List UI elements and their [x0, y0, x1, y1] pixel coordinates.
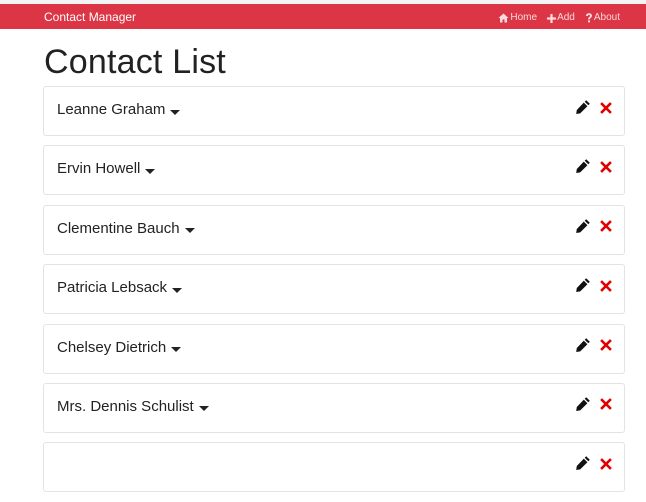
- close-icon[interactable]: [600, 101, 612, 119]
- contact-actions: [575, 277, 612, 298]
- pencil-icon[interactable]: [575, 218, 591, 239]
- contact-card: Mrs. Dennis Schulist: [43, 382, 625, 433]
- caret-down-icon[interactable]: [172, 287, 183, 293]
- navbar: Contact Manager Home Add About: [0, 4, 646, 29]
- close-icon[interactable]: [600, 279, 612, 297]
- contact-name-label: Mrs. Dennis Schulist: [57, 397, 194, 415]
- nav-link-about-label: About: [593, 12, 620, 23]
- plus-icon: [547, 13, 557, 23]
- contact-card: [43, 442, 625, 493]
- pencil-icon[interactable]: [575, 277, 591, 298]
- contact-name-label: Chelsey Dietrich: [57, 338, 167, 356]
- nav-link-home-label: Home: [510, 12, 538, 23]
- caret-down-icon[interactable]: [198, 406, 209, 412]
- close-icon[interactable]: [600, 160, 612, 178]
- contact-card: Patricia Lebsack: [43, 264, 625, 315]
- caret-down-icon[interactable]: [145, 168, 156, 174]
- contact-card: Chelsey Dietrich: [43, 323, 625, 374]
- close-icon[interactable]: [600, 397, 612, 415]
- contact-name: Ervin Howell: [57, 160, 156, 178]
- caret-down-icon[interactable]: [170, 109, 181, 115]
- contact-actions: [575, 455, 612, 476]
- contact-name: Leanne Graham: [57, 101, 181, 119]
- contact-actions: [575, 396, 612, 417]
- nav-link-add-label: Add: [557, 12, 575, 23]
- pencil-icon[interactable]: [575, 396, 591, 417]
- contact-card: Leanne Graham: [43, 86, 625, 136]
- contact-actions: [575, 158, 612, 179]
- contact-name: Chelsey Dietrich: [57, 338, 182, 357]
- home-icon: [498, 13, 509, 23]
- pencil-icon[interactable]: [575, 337, 591, 358]
- close-icon[interactable]: [600, 338, 612, 356]
- contact-card: Ervin Howell: [43, 145, 625, 196]
- contact-name: Patricia Lebsack: [57, 279, 183, 297]
- contact-name-label: Clementine Bauch: [57, 219, 180, 237]
- pencil-icon[interactable]: [575, 455, 591, 476]
- caret-down-icon[interactable]: [184, 228, 195, 234]
- nav-link-about[interactable]: About: [585, 12, 620, 24]
- pencil-icon[interactable]: [575, 158, 591, 179]
- brand-link[interactable]: Contact Manager: [44, 10, 136, 24]
- contact-actions: [575, 337, 612, 358]
- contact-actions: [575, 218, 612, 239]
- pencil-icon[interactable]: [575, 99, 591, 120]
- contact-name: Clementine Bauch: [57, 220, 195, 238]
- contact-name-label: Leanne Graham: [57, 101, 166, 118]
- page-title: Contact List: [44, 43, 226, 81]
- contact-card: Clementine Bauch: [43, 204, 625, 255]
- nav-links: Home Add About: [498, 12, 620, 24]
- nav-link-add[interactable]: Add: [547, 12, 575, 24]
- contact-name-label: Patricia Lebsack: [57, 279, 168, 297]
- contact-name-label: Ervin Howell: [57, 160, 141, 178]
- nav-link-home[interactable]: Home: [498, 12, 537, 24]
- close-icon[interactable]: [600, 219, 612, 237]
- contact-name: Mrs. Dennis Schulist: [57, 398, 209, 416]
- question-icon: [585, 13, 593, 23]
- contact-actions: [575, 99, 612, 120]
- caret-down-icon[interactable]: [171, 347, 182, 353]
- contact-list: Leanne Graham Ervin Howell Clementine Ba…: [43, 86, 625, 502]
- close-icon[interactable]: [600, 457, 612, 475]
